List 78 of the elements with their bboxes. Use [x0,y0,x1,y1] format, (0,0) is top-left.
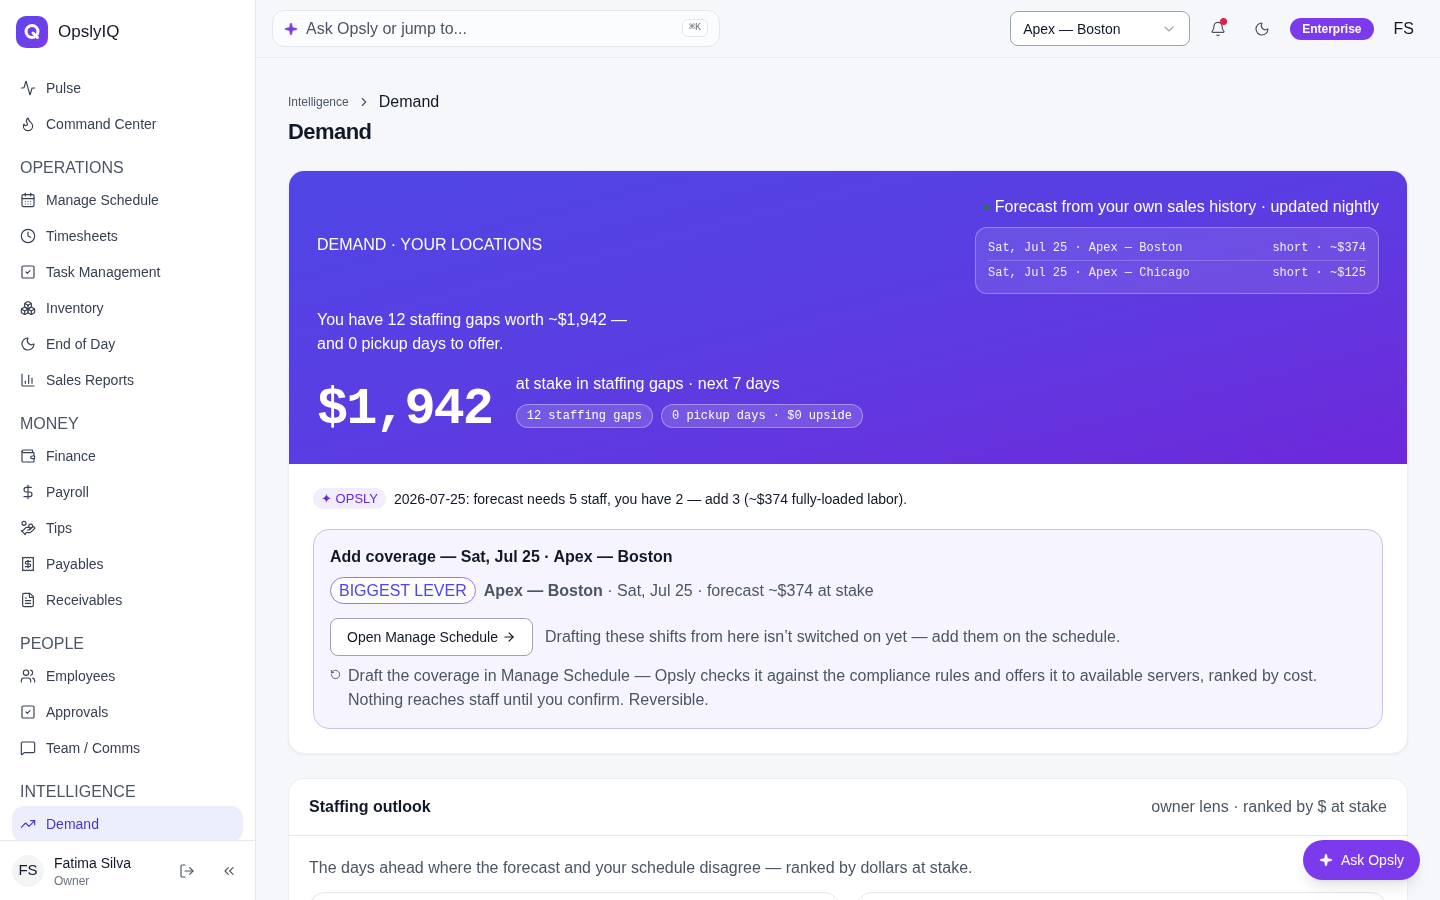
sidebar-item[interactable]: Pulse [12,70,243,106]
moon-icon [1254,20,1271,37]
sidebar-item[interactable]: End of Day [12,326,243,362]
receipt-icon [20,556,36,572]
open-schedule-button[interactable]: Open Manage Schedule [330,618,533,656]
hand-coins-icon [20,520,36,536]
people-icon [20,668,36,684]
sparkle-icon [1319,853,1333,867]
user-avatar[interactable]: FS [12,854,44,887]
opsly-badge: ✦ OPSLY [313,488,386,509]
clock-icon [20,228,36,244]
forecast-row-label: Sat, Jul 25 · Apex — Boston [988,240,1183,256]
location-select[interactable]: Apex — Boston [1010,11,1191,46]
sidebar-item[interactable]: Payroll [12,474,243,510]
user-name: Fatima Silva [54,853,132,873]
breadcrumb-current: Demand [378,92,440,112]
boxes-icon [20,300,36,316]
section-heading: PEOPLE [20,635,85,652]
account-button[interactable]: FS [1389,12,1418,45]
bar-chart-icon [20,372,36,388]
wallet-icon [20,448,36,464]
sidebar-item[interactable]: Team / Comms [12,730,243,766]
brand-name: OpslyIQ [58,21,120,44]
action-summary: Apex — Boston · Sat, Jul 25 · forecast ~$374 at stake [483,580,874,601]
summary-pill: 12 staffing gaps [515,404,653,428]
calendar-icon [20,192,36,208]
outlook-title: Staffing outlook [309,797,431,817]
sidebar-item[interactable]: Demand [12,806,243,840]
stake-figure: $1,942 [317,384,492,436]
chat-icon [20,740,36,756]
sidebar-item[interactable]: Employees [12,658,243,694]
forecast-row-value: short · ~$125 [1272,265,1366,281]
sidebar-item[interactable]: Command Center [12,106,243,142]
sidebar-item[interactable]: Receivables [12,582,243,618]
sidebar-item[interactable]: Finance [12,438,243,474]
ask-opsly-button[interactable]: Ask Opsly [1303,840,1420,880]
bell-icon [1210,20,1227,37]
logout-icon [179,862,195,879]
checked-square-icon [20,264,36,280]
explanation-text: Draft the coverage in Manage Schedule — Opsly checks it against the compliance rules and offers it to available servers, ranked by cost. Nothing reaches staff until you confirm. Reversible. [348,666,1319,710]
checked-square-icon [20,704,36,720]
dollar-icon [20,484,36,500]
figure-caption: at stake in staffing gaps · next 7 days [515,374,780,394]
sidebar-item[interactable]: Sales Reports [12,362,243,398]
insight-text: 2026-07-25: forecast needs 5 staff, you have 2 — add 3 (~$374 fully-loaded labor). [394,489,908,509]
user-role: Owner [54,872,90,889]
shortcut-key: ⌘K [681,19,708,37]
forecast-row-value: short · ~$374 [1272,240,1366,256]
section-heading: INTELLIGENCE [20,783,136,800]
forecast-note: Forecast from your own sales history · updated nightly [994,197,1379,217]
section-heading: OPERATIONS [20,159,124,176]
sidebar-item[interactable]: Inventory [12,290,243,326]
moon-icon [20,336,36,352]
undo-icon [330,669,341,680]
sidebar-item[interactable]: Approvals [12,694,243,730]
action-title: Add coverage — Sat, Jul 25 · Apex — Boston [330,547,673,567]
outlook-lens: owner lens · ranked by $ at stake [1151,797,1387,817]
sidebar-item[interactable]: Task Management [12,254,243,290]
sidebar-item[interactable]: Manage Schedule [12,182,243,218]
hero-summary: You have 12 staffing gaps worth ~$1,942 — and 0 pickup days to offer. [317,310,628,354]
sidebar-item[interactable]: Tips [12,510,243,546]
plan-badge: Enterprise [1290,17,1374,40]
outlook-description: The days ahead where the forecast and your schedule disagree — ranked by dollars at stake. [309,858,973,878]
priority-tag: BIGGEST LEVER [330,577,476,604]
drafting-note: Drafting these shifts from here isn’t switched on yet — add them on the schedule. [545,627,1121,647]
forecast-row-label: Sat, Jul 25 · Apex — Chicago [988,265,1190,281]
hero-eyebrow: DEMAND · YOUR LOCATIONS [317,234,543,255]
summary-pill: 0 pickup days · $0 upside [661,404,863,428]
flame-icon [20,116,36,132]
pulse-icon [20,80,36,96]
breadcrumb-link[interactable]: Intelligence [288,94,349,110]
sidebar-item[interactable]: Payables [12,546,243,582]
sidebar-item[interactable]: Timesheets [12,218,243,254]
document-icon [20,592,36,608]
sparkle-icon [284,21,298,36]
page-title: Demand [288,118,372,146]
section-heading: MONEY [20,415,79,432]
logo-icon [16,16,48,48]
